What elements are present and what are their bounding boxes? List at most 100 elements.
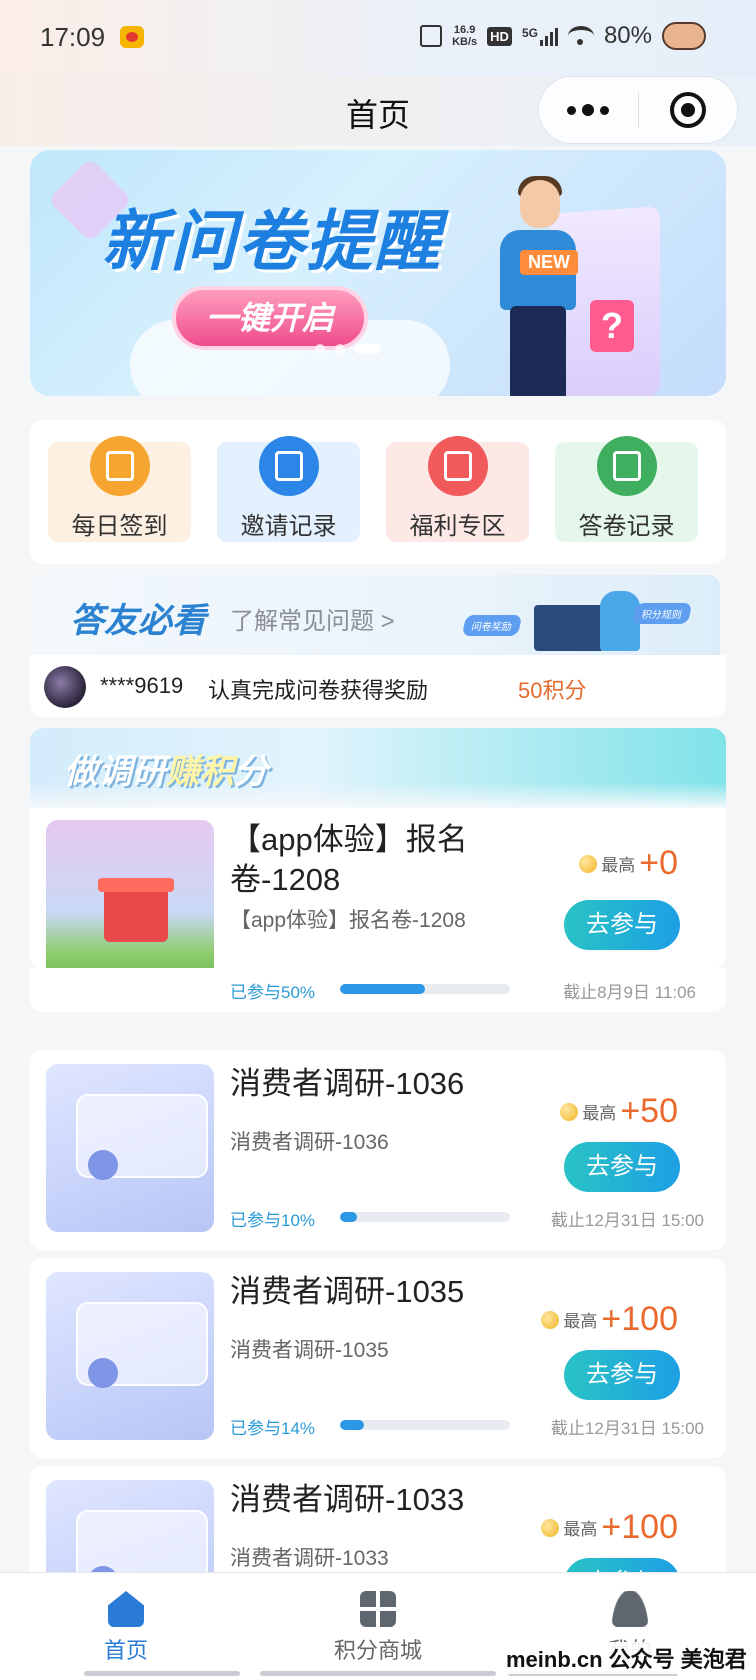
quick-menu: 每日签到 邀请记录 福利专区 答卷记录 xyxy=(30,420,726,564)
join-survey-button[interactable]: 去参与 xyxy=(564,1350,680,1400)
survey-card[interactable]: 消费者调研-1036 消费者调研-1036 最高 +50 去参与 已参与10% … xyxy=(30,1050,726,1250)
vibrate-icon xyxy=(420,25,443,47)
survey-subtitle: 消费者调研-1035 xyxy=(230,1339,389,1362)
survey-subtitle: 消费者调研-1036 xyxy=(230,1131,389,1154)
reward-max-label: 最高 xyxy=(601,856,636,875)
progress-label: 已参与50% xyxy=(230,983,316,1002)
reward-points: +100 xyxy=(601,1508,678,1546)
status-icons: 16.9 KB/s HD 5G 80% xyxy=(420,22,706,50)
status-bar: 17:09 16.9 KB/s HD 5G 80% xyxy=(0,0,756,76)
tab-label: 首页 xyxy=(103,1638,148,1663)
question-mark-icon: ? xyxy=(590,300,634,352)
home-indicator xyxy=(260,1671,496,1676)
faq-tag-rules: 积分规则 xyxy=(631,603,693,624)
home-icon xyxy=(108,1591,144,1627)
ticker-points: 50积分 xyxy=(518,678,587,703)
home-indicator xyxy=(84,1671,240,1676)
progress-label: 已参与14% xyxy=(230,1419,316,1438)
quick-item-checkin[interactable]: 每日签到 xyxy=(48,436,191,542)
status-time: 17:09 xyxy=(40,22,106,52)
join-survey-button[interactable]: 去参与 xyxy=(564,1142,680,1192)
faq-link[interactable]: 了解常见问题 > xyxy=(230,601,395,636)
battery-icon xyxy=(662,22,706,50)
banner-title: 新问卷提醒 xyxy=(102,204,442,278)
survey-progress-row: 已参与50% 截止8月9日 11:06 xyxy=(30,968,726,1012)
ticker-user: ****9619 xyxy=(100,673,184,698)
invite-icon xyxy=(259,436,319,496)
reward-points: +100 xyxy=(601,1300,678,1338)
more-dots-icon[interactable] xyxy=(539,77,638,143)
faq-banner[interactable]: 答友必看 了解常见问题 > 问卷奖励 积分规则 xyxy=(34,575,720,655)
survey-title: 消费者调研-1036 xyxy=(230,1066,465,1101)
progress-fill xyxy=(340,1420,364,1430)
quick-item-label: 答卷记录 xyxy=(578,513,675,540)
faq-tag-reward: 问卷奖励 xyxy=(461,615,523,636)
survey-thumbnail xyxy=(46,1064,214,1232)
gift-icon xyxy=(428,436,488,496)
coin-icon xyxy=(579,854,598,873)
ticker-message: 认真完成问卷获得奖励 xyxy=(208,678,429,703)
faq-title: 答友必看 xyxy=(70,602,206,640)
progress-fill xyxy=(340,984,425,994)
survey-subtitle: 【app体验】报名卷-1208 xyxy=(230,909,466,932)
survey-card[interactable]: 【app体验】报名卷-1208 【app体验】报名卷-1208 最高 +0 去参… xyxy=(30,808,726,968)
survey-reward: 最高 +100 xyxy=(541,1300,678,1339)
survey-thumbnail xyxy=(46,1272,214,1440)
avatar xyxy=(44,666,86,708)
survey-subtitle: 消费者调研-1033 xyxy=(230,1547,389,1570)
monitor-illustration xyxy=(534,605,604,651)
join-survey-button[interactable]: 去参与 xyxy=(564,900,680,950)
section-title: 做调研赚积分 xyxy=(64,753,268,791)
survey-title: 消费者调研-1035 xyxy=(230,1274,465,1309)
grid-icon xyxy=(360,1591,396,1627)
quick-item-records[interactable]: 答卷记录 xyxy=(555,436,698,542)
survey-reward: 最高 +0 xyxy=(579,844,678,883)
tab-label: 积分商城 xyxy=(333,1638,422,1663)
watermark: meinb.cn 公众号 美泡君 xyxy=(502,1642,751,1674)
progress-bar xyxy=(340,984,510,994)
title-bar: 首页 xyxy=(0,76,756,146)
quick-item-welfare[interactable]: 福利专区 xyxy=(386,436,529,542)
tab-home[interactable]: 首页 xyxy=(0,1583,252,1673)
progress-fill xyxy=(340,1212,357,1222)
coin-icon xyxy=(560,1102,579,1121)
quick-item-invite[interactable]: 邀请记录 xyxy=(217,436,360,542)
banner-dot[interactable] xyxy=(335,344,345,354)
battery-percent: 80% xyxy=(603,22,652,49)
record-icon xyxy=(597,436,657,496)
banner-dot-active[interactable] xyxy=(355,344,381,354)
banner-dot[interactable] xyxy=(315,344,325,354)
wifi-icon xyxy=(567,26,594,46)
banner-person-illustration xyxy=(500,176,576,396)
reward-points: +0 xyxy=(639,844,678,882)
survey-title: 【app体验】报名卷-1208 xyxy=(230,822,468,897)
coin-icon xyxy=(541,1310,560,1329)
close-miniprogram-icon[interactable] xyxy=(638,77,737,143)
progress-bar xyxy=(340,1420,510,1430)
reward-max-label: 最高 xyxy=(563,1312,598,1331)
survey-reward: 最高 +100 xyxy=(541,1508,678,1547)
tab-points-mall[interactable]: 积分商城 xyxy=(252,1583,504,1673)
survey-thumbnail xyxy=(46,820,214,968)
survey-title: 消费者调研-1033 xyxy=(230,1482,465,1517)
network-speed: 16.9 KB/s xyxy=(452,24,478,48)
reward-ticker: ****9619 认真完成问卷获得奖励 50积分 xyxy=(30,655,726,717)
progress-label: 已参与10% xyxy=(230,1211,316,1230)
survey-deadline: 截止12月31日 15:00 xyxy=(550,1211,704,1230)
survey-card[interactable]: 消费者调研-1035 消费者调研-1035 最高 +100 去参与 已参与14%… xyxy=(30,1258,726,1458)
checkin-icon xyxy=(90,436,150,496)
quick-item-label: 福利专区 xyxy=(409,513,506,540)
reward-max-label: 最高 xyxy=(582,1104,617,1123)
signal-icon: 5G xyxy=(522,26,558,46)
quick-item-label: 邀请记录 xyxy=(240,513,337,540)
survey-deadline: 截止8月9日 11:06 xyxy=(563,983,696,1002)
user-icon xyxy=(612,1591,648,1627)
miniprogram-capsule xyxy=(538,76,738,144)
banner-enable-button[interactable]: 一键开启 xyxy=(172,286,368,350)
progress-bar xyxy=(340,1212,510,1222)
promo-banner[interactable]: 新问卷提醒 一键开启 NEW ? xyxy=(30,150,726,396)
reward-max-label: 最高 xyxy=(563,1520,598,1539)
quick-item-label: 每日签到 xyxy=(71,513,168,540)
banner-pagination xyxy=(315,344,381,354)
new-tag: NEW xyxy=(520,250,578,275)
